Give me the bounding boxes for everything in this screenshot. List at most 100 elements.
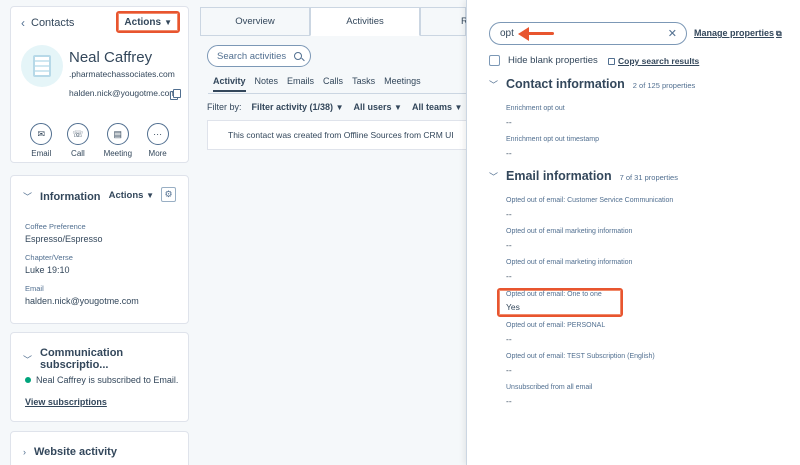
caret-down-icon: ▼: [335, 103, 344, 112]
field-value[interactable]: Luke 19:10: [25, 265, 73, 275]
subtab-meetings[interactable]: Meetings: [384, 76, 421, 92]
field-label: Email: [25, 284, 44, 293]
property-row: Opted out of email: Customer Service Com…: [506, 197, 673, 219]
group-contact-information[interactable]: ﹀ Contact information 2 of 125 propertie…: [489, 77, 695, 91]
left-sidebar: ‹ Contacts Actions ▼ Neal Caffrey .pharm…: [0, 0, 198, 465]
chevron-left-icon: ‹: [21, 16, 25, 30]
quick-action-label: Email: [31, 149, 52, 158]
record-tabs: Overview Activities R: [200, 7, 468, 36]
quick-action-label: Call: [71, 149, 85, 158]
view-subscriptions-link[interactable]: View subscriptions: [25, 397, 107, 407]
property-row: Unsubscribed from all email --: [506, 384, 592, 406]
chevron-right-icon: ›: [23, 447, 26, 457]
contact-actions-button[interactable]: Actions ▼: [116, 11, 180, 33]
gear-icon[interactable]: ⚙: [161, 187, 176, 202]
subtab-activity[interactable]: Activity: [213, 76, 246, 92]
filter-by-label: Filter by:: [207, 102, 242, 112]
calendar-icon: ▤: [106, 123, 129, 145]
communication-toggle[interactable]: ﹀ Communication subscriptio...: [23, 347, 188, 371]
contact-name: Neal Caffrey: [69, 49, 153, 66]
information-card: ﹀ Information Actions ▼ ⚙ Coffee Prefere…: [10, 175, 189, 324]
quick-action-more[interactable]: ··· More: [146, 123, 169, 158]
activity-subtabs: Activity Notes Emails Calls Tasks Meetin…: [213, 76, 421, 92]
group-count: 2 of 125 properties: [632, 81, 696, 90]
subtab-divider: [208, 93, 466, 94]
all-teams-dropdown[interactable]: All teams ▼: [412, 102, 462, 112]
field-value[interactable]: Espresso/Espresso: [25, 234, 103, 244]
group-email-information[interactable]: ﹀ Email information 7 of 31 properties: [489, 169, 678, 183]
information-title: Information: [40, 190, 101, 203]
search-activities-input[interactable]: Search activities: [207, 45, 311, 67]
activity-column: Overview Activities R Search activities …: [198, 0, 469, 465]
quick-action-meeting[interactable]: ▤ Meeting: [104, 123, 132, 158]
property-label: Enrichment opt out timestamp: [506, 136, 599, 143]
contact-topbar: ‹ Contacts Actions ▼: [11, 7, 188, 37]
copy-icon[interactable]: [170, 89, 181, 100]
company-building-icon: [33, 55, 51, 77]
property-label: Unsubscribed from all email: [506, 384, 593, 391]
property-row: Enrichment opt out --: [506, 105, 565, 127]
manage-properties-link[interactable]: Manage properties ⧉: [694, 28, 782, 39]
all-teams-label: All teams: [411, 102, 452, 112]
quick-action-call[interactable]: ☏ Call: [66, 123, 89, 158]
contact-email: halden.nick@yougotme.com: [69, 88, 177, 98]
property-value[interactable]: --: [506, 209, 673, 219]
property-value[interactable]: --: [506, 148, 599, 158]
caret-down-icon: ▼: [454, 103, 463, 112]
avatar: [21, 45, 63, 87]
property-value[interactable]: --: [506, 365, 655, 375]
information-actions-button[interactable]: Actions ▼: [109, 190, 154, 201]
field-email: Email halden.nick@yougotme.com: [25, 284, 139, 306]
activity-item: This contact was created from Offline So…: [207, 120, 469, 150]
more-icon: ···: [146, 123, 169, 145]
tab-activities[interactable]: Activities: [310, 7, 420, 36]
property-value[interactable]: --: [506, 271, 632, 281]
all-users-dropdown[interactable]: All users ▼: [354, 102, 402, 112]
caret-down-icon: ▼: [146, 191, 154, 200]
property-label: Opted out of email marketing information: [506, 259, 633, 266]
caret-down-icon: ▼: [164, 17, 172, 27]
field-value[interactable]: halden.nick@yougotme.com: [25, 296, 139, 306]
chevron-down-icon: ﹀: [489, 80, 499, 90]
property-row: Opted out of email: TEST Subscription (E…: [506, 353, 655, 375]
subtab-calls[interactable]: Calls: [323, 76, 343, 92]
group-title: Contact information: [506, 77, 625, 91]
property-label: Opted out of email: PERSONAL: [506, 322, 606, 329]
website-activity-toggle[interactable]: › Website activity: [23, 446, 117, 458]
subtab-notes[interactable]: Notes: [255, 76, 279, 92]
hide-blank-properties-toggle[interactable]: Hide blank properties: [489, 55, 598, 66]
field-label: Chapter/Verse: [25, 253, 73, 262]
property-label: Opted out of email: One to one: [506, 291, 602, 298]
property-value[interactable]: --: [506, 396, 592, 406]
property-value[interactable]: --: [506, 117, 565, 127]
close-icon[interactable]: ✕: [668, 27, 677, 40]
annotation-arrow-icon: [518, 27, 554, 41]
subtab-tasks[interactable]: Tasks: [352, 76, 375, 92]
subtab-emails[interactable]: Emails: [287, 76, 314, 92]
hide-blank-checkbox[interactable]: [489, 55, 500, 66]
information-toggle[interactable]: ﹀ Information: [23, 190, 101, 203]
group-count: 7 of 31 properties: [619, 173, 678, 182]
property-label: Opted out of email marketing information: [506, 228, 633, 235]
copy-search-results-link[interactable]: Copy search results: [608, 56, 699, 66]
subscription-status: Neal Caffrey is subscribed to Email.: [25, 375, 178, 385]
search-icon: [294, 52, 303, 60]
filter-activity-dropdown[interactable]: Filter activity (1/38) ▼: [252, 102, 344, 112]
tab-r[interactable]: R: [420, 7, 468, 36]
tab-overview[interactable]: Overview: [200, 7, 310, 36]
communication-title: Communication subscriptio...: [40, 347, 124, 371]
activity-filters: Filter by: Filter activity (1/38) ▼ All …: [207, 102, 462, 112]
caret-down-icon: ▼: [394, 103, 402, 112]
property-value[interactable]: --: [506, 240, 632, 250]
quick-actions: ✉ Email ☏ Call ▤ Meeting ··· More: [11, 123, 188, 158]
back-to-contacts-link[interactable]: ‹ Contacts: [21, 16, 74, 30]
website-activity-card: › Website activity: [10, 431, 189, 465]
property-value[interactable]: Yes: [506, 302, 602, 312]
back-label: Contacts: [31, 17, 75, 29]
search-value: opt: [500, 28, 514, 39]
quick-action-email[interactable]: ✉ Email: [30, 123, 53, 158]
quick-action-label: More: [148, 149, 167, 158]
field-label: Coffee Preference: [25, 222, 86, 231]
property-value[interactable]: --: [506, 334, 605, 344]
filter-activity-label: Filter activity (1/38): [251, 102, 334, 112]
